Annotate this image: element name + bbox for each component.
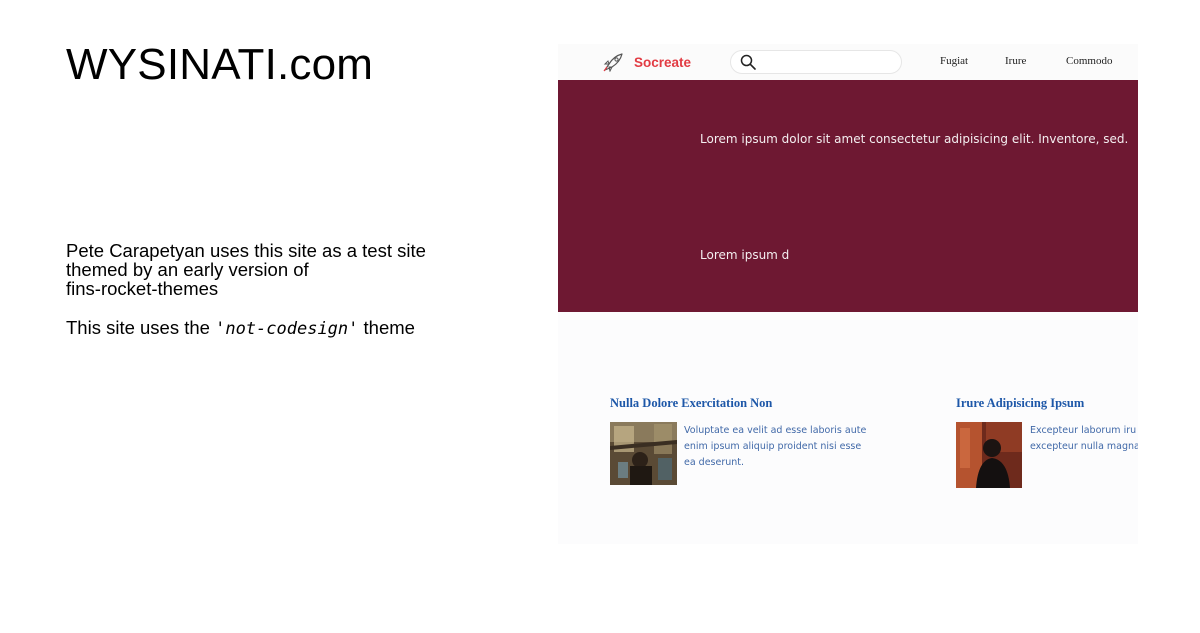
preview-card-title[interactable]: Irure Adipisicing Ipsum xyxy=(956,396,1084,411)
rocket-icon xyxy=(602,52,624,72)
intro-line: fins-rocket-themes xyxy=(66,278,219,299)
preview-card-text-line: Voluptate ea velit ad esse laboris aute xyxy=(684,425,867,436)
preview-card-text-line: Excepteur laborum iru xyxy=(1030,425,1137,436)
preview-card-title[interactable]: Nulla Dolore Exercitation Non xyxy=(610,396,772,411)
preview-card-image xyxy=(956,422,1022,488)
preview-card-text-line: ea deserunt. xyxy=(684,457,745,468)
theme-prefix: This site uses the xyxy=(66,317,216,338)
preview-card-text: Voluptate ea velit ad esse laboris aute … xyxy=(684,423,884,471)
theme-suffix: theme xyxy=(358,317,415,338)
preview-card-image xyxy=(610,422,677,485)
preview-brand[interactable]: Socreate xyxy=(602,52,691,72)
preview-brand-name: Socreate xyxy=(634,54,692,70)
intro-line: themed by an early version of xyxy=(66,259,309,280)
preview-search-input[interactable] xyxy=(730,50,902,74)
preview-nav-link-commodo[interactable]: Commodo xyxy=(1066,55,1112,67)
preview-hero: Lorem ipsum dolor sit amet consectetur a… xyxy=(558,80,1138,312)
preview-nav-link-fugiat[interactable]: Fugiat xyxy=(940,55,968,67)
theme-preview-screenshot: Socreate Fugiat Irure Commodo Lorem ipsu… xyxy=(558,44,1138,544)
preview-card-text-line: enim ipsum aliquip proident nisi esse xyxy=(684,441,862,452)
theme-line: This site uses the 'not-codesign' theme xyxy=(66,318,486,339)
preview-navbar: Socreate Fugiat Irure Commodo xyxy=(558,44,1138,80)
intro-line: Pete Carapetyan uses this site as a test… xyxy=(66,240,426,261)
theme-name: 'not-codesign' xyxy=(215,319,359,339)
preview-nav-link-irure[interactable]: Irure xyxy=(1005,55,1026,67)
preview-hero-subline: Lorem ipsum d xyxy=(700,248,790,262)
preview-hero-headline: Lorem ipsum dolor sit amet consectetur a… xyxy=(700,132,1129,146)
site-title: WYSINATI.com xyxy=(66,40,374,89)
preview-card-text-line: excepteur nulla magna xyxy=(1030,441,1138,452)
preview-card-text: Excepteur laborum iru excepteur nulla ma… xyxy=(1030,423,1138,455)
search-icon xyxy=(740,54,756,75)
intro-text: Pete Carapetyan uses this site as a test… xyxy=(66,241,486,339)
